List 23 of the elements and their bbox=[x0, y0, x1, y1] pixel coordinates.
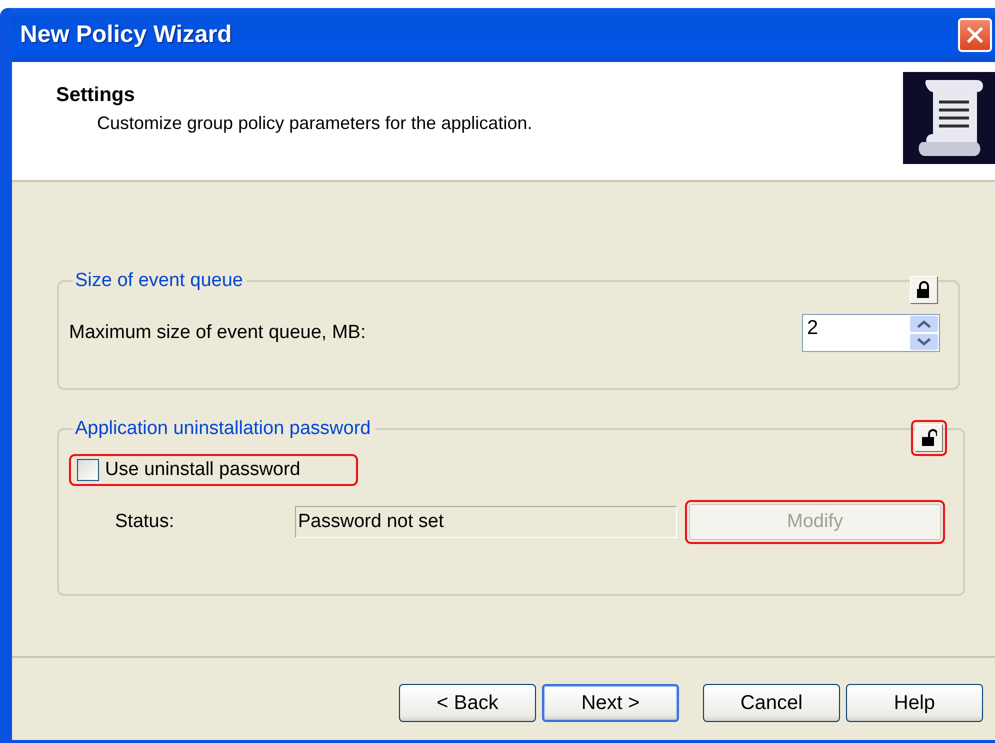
status-field: Password not set bbox=[295, 506, 677, 538]
open-padlock-icon bbox=[921, 429, 937, 447]
window-title: New Policy Wizard bbox=[20, 21, 232, 49]
uninstall-password-checkbox[interactable]: Use uninstall password bbox=[71, 456, 356, 484]
wizard-button[interactable]: Help bbox=[846, 684, 983, 722]
wizard-button[interactable]: Cancel bbox=[703, 684, 840, 722]
wizard-button[interactable]: < Back bbox=[399, 684, 536, 722]
checkbox[interactable] bbox=[77, 459, 99, 481]
scroll-icon bbox=[903, 72, 995, 164]
group-title: Application uninstallation password bbox=[74, 418, 372, 440]
spin-arrows-icon bbox=[909, 315, 939, 351]
close-icon bbox=[965, 25, 985, 45]
number-input[interactable]: 2 bbox=[803, 315, 909, 351]
wizard-button[interactable]: Next > bbox=[542, 684, 679, 722]
status-label: Status: bbox=[115, 511, 176, 533]
close-button[interactable] bbox=[958, 18, 992, 52]
number-spinner[interactable]: 2 bbox=[802, 314, 940, 352]
field-label: Maximum size of event queue, MB: bbox=[69, 322, 366, 344]
padlock-icon bbox=[916, 281, 932, 299]
page-title: Settings bbox=[56, 84, 136, 107]
page-subtitle: Customize group policy parameters for the application. bbox=[96, 113, 532, 134]
group-title: Size of event queue bbox=[74, 270, 244, 292]
padlock-button[interactable] bbox=[910, 276, 938, 304]
